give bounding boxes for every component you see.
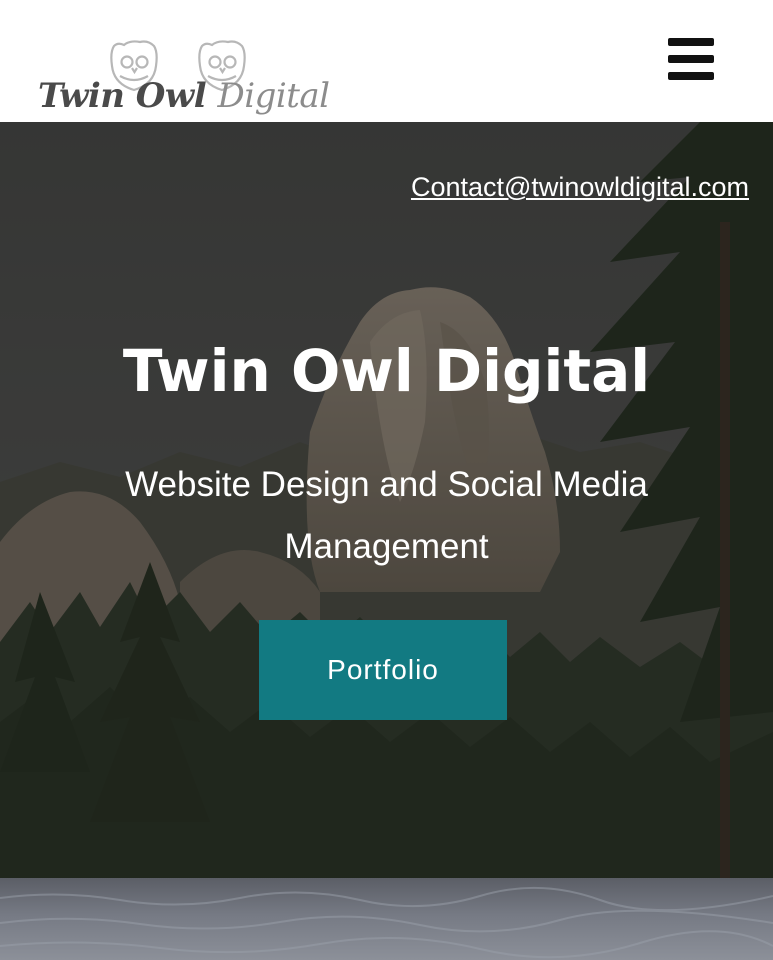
menu-bar-bottom <box>668 72 714 80</box>
hero-subtitle: Website Design and Social Media Manageme… <box>125 465 648 566</box>
portfolio-button[interactable]: Portfolio <box>259 620 507 720</box>
contact-email-link[interactable]: Contact@twinowldigital.com <box>411 172 749 203</box>
menu-bar-middle <box>668 55 714 63</box>
hero-section: Contact@twinowldigital.com Twin Owl Digi… <box>0 122 773 878</box>
site-header: Twin Owl Digital <box>0 0 773 122</box>
hero-title: Twin Owl Digital <box>122 337 651 405</box>
site-logo[interactable]: Twin Owl Digital <box>38 40 338 122</box>
logo-wordmark: Twin Owl Digital <box>38 76 330 116</box>
hamburger-menu-icon[interactable] <box>664 36 718 84</box>
water-texture-image <box>0 886 773 959</box>
menu-bar-top <box>668 38 714 46</box>
logo-text-main: Twin Owl <box>38 76 207 116</box>
logo-text-accent: Digital <box>217 76 330 116</box>
next-section-preview <box>0 878 773 960</box>
